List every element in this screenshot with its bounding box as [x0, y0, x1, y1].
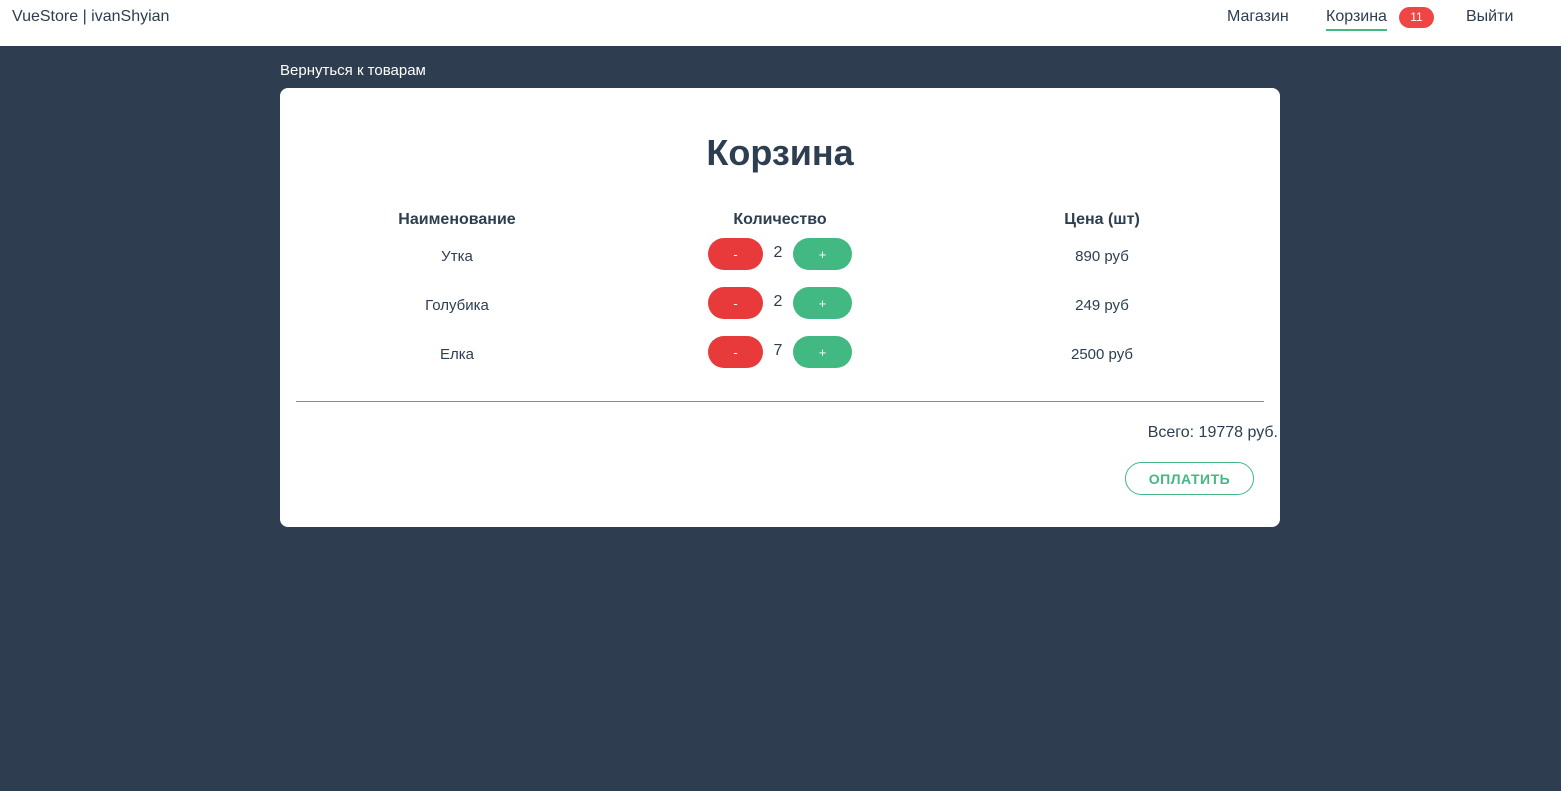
cart-row: Голубика - 2 + 249 руб	[280, 287, 1280, 333]
increase-button[interactable]: +	[793, 287, 852, 319]
item-price: 2500 руб	[1071, 346, 1133, 363]
nav-cart-link[interactable]: Корзина	[1326, 8, 1387, 31]
quantity-stepper: - 2 +	[708, 238, 868, 270]
item-quantity: 2	[773, 293, 783, 310]
cart-count-badge: 11	[1399, 7, 1434, 28]
back-to-products-link[interactable]: Вернуться к товарам	[280, 62, 426, 79]
increase-button[interactable]: +	[793, 336, 852, 368]
column-header-qty: Количество	[733, 211, 827, 228]
navbar: VueStore | ivanShyian Магазин Корзина 11…	[0, 0, 1561, 46]
increase-button[interactable]: +	[793, 238, 852, 270]
page-title: Корзина	[706, 132, 854, 173]
divider	[296, 401, 1264, 402]
cart-row: Елка - 7 + 2500 руб	[280, 336, 1280, 382]
item-quantity: 2	[773, 244, 783, 261]
decrease-button[interactable]: -	[708, 287, 763, 319]
decrease-button[interactable]: -	[708, 238, 763, 270]
nav-logout-link[interactable]: Выйти	[1466, 8, 1513, 26]
cart-card: Корзина Наименование Количество Цена (шт…	[280, 88, 1280, 527]
nav-links: Магазин Корзина 11 Выйти	[0, 0, 1561, 46]
item-quantity: 7	[773, 342, 783, 359]
cart-total: Всего: 19778 руб.	[1147, 424, 1278, 441]
item-name: Утка	[441, 248, 473, 265]
quantity-stepper: - 7 +	[708, 336, 868, 368]
column-header-price: Цена (шт)	[1064, 211, 1140, 228]
cart-row: Утка - 2 + 890 руб	[280, 238, 1280, 284]
nav-shop-link[interactable]: Магазин	[1227, 8, 1289, 26]
item-price: 249 руб	[1075, 297, 1129, 314]
quantity-stepper: - 2 +	[708, 287, 868, 319]
item-name: Голубика	[425, 297, 489, 314]
item-price: 890 руб	[1075, 248, 1129, 265]
pay-button[interactable]: ОПЛАТИТЬ	[1125, 462, 1254, 495]
item-name: Елка	[440, 346, 474, 363]
column-header-name: Наименование	[398, 211, 516, 228]
decrease-button[interactable]: -	[708, 336, 763, 368]
